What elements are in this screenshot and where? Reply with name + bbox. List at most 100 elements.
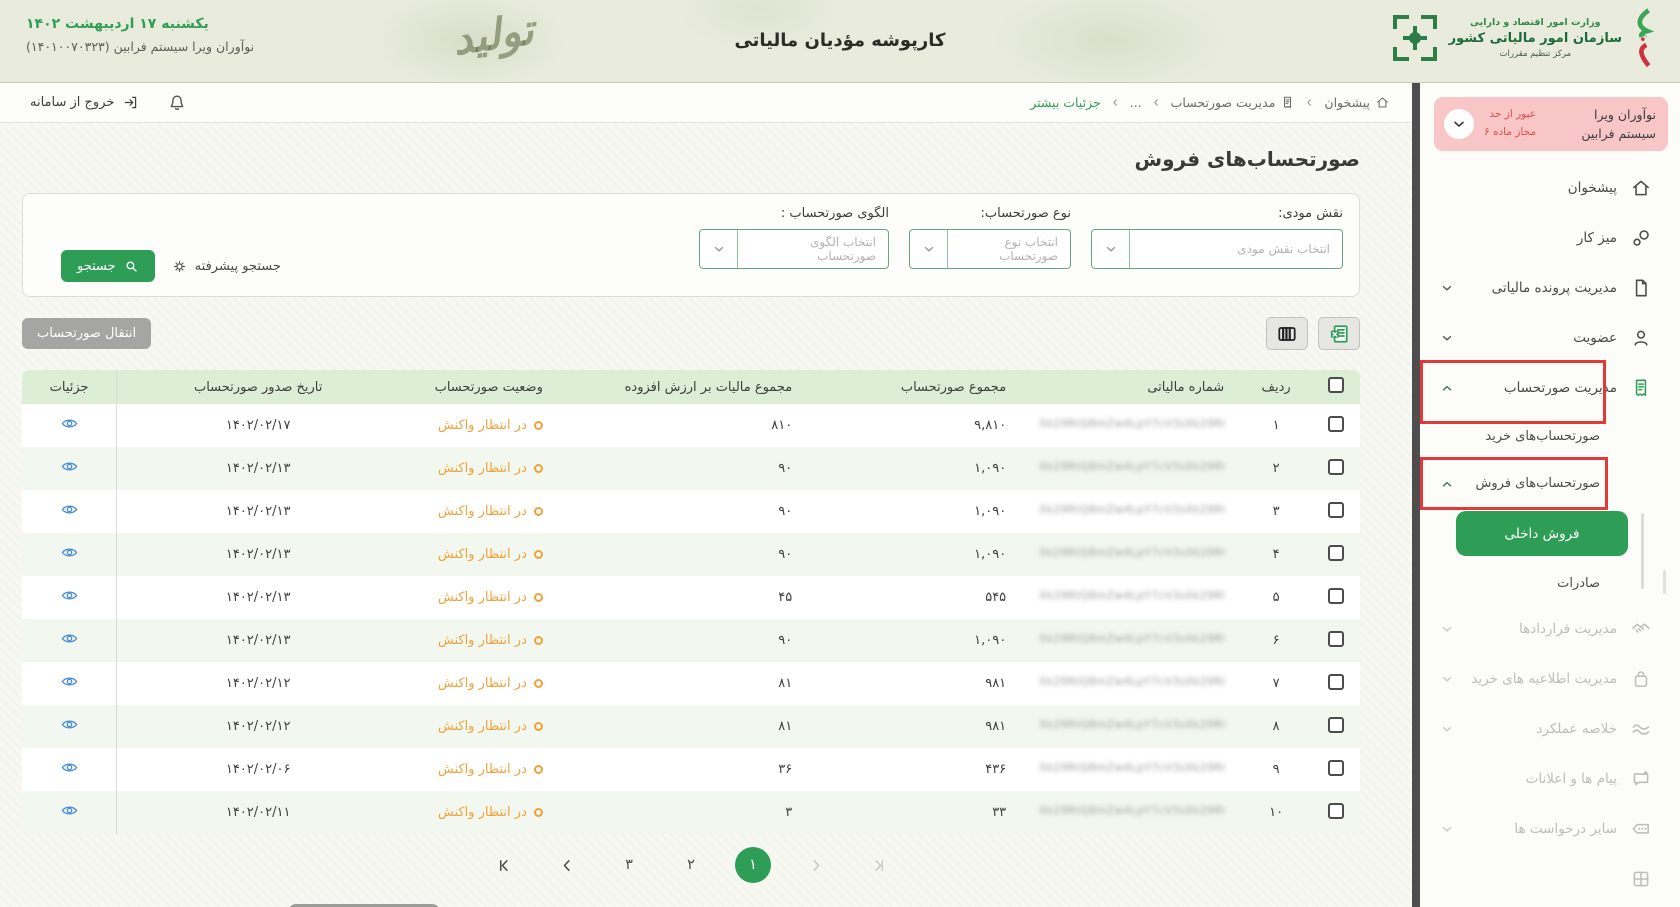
row-checkbox[interactable] [1328,459,1344,475]
details-eye-button[interactable] [60,631,79,646]
vat-total: ۸۱ [559,662,808,705]
select-chevron-segment[interactable] [700,230,738,268]
details-eye-button[interactable] [60,502,79,517]
sidebar-item-other-requests[interactable]: سایر درخواست ها [1420,804,1680,854]
user-badge[interactable]: نوآوران ویرا سیستم فرابین عبور از حد مجا… [1434,97,1668,151]
pagination-prev-page[interactable] [549,847,585,883]
sidebar-item-purchase-notices-management[interactable]: مدیریت اطلاعیه های خرید [1420,654,1680,704]
page-title: صورتحساب‌های فروش [22,147,1360,171]
filter-select-invoice-type[interactable]: انتخاب نوع صورتحساب [909,229,1071,269]
details-eye-button[interactable] [60,803,79,818]
invoice-status: در انتظار واکنش [399,619,559,662]
excel-export-button[interactable] [1318,317,1360,350]
issue-date: ۱۴۰۲/۰۲/۱۲ [117,705,399,748]
row-checkbox[interactable] [1328,717,1344,733]
transfer-invoice-button[interactable]: انتقال صورتحساب [22,318,151,349]
sidebar-scrollbar[interactable] [1412,83,1420,907]
vat-total: ۹۰ [559,490,808,533]
breadcrumb-ellipsis[interactable]: ... [1130,95,1142,110]
invoice-status: در انتظار واکنش [399,791,559,834]
sidebar-item-purchase-invoices[interactable]: صورتحساب‌های خرید [1420,413,1680,460]
sidebar-item-contracts-management[interactable]: مدیریت قراردادها [1420,604,1680,654]
row-checkbox[interactable] [1328,588,1344,604]
row-checkbox[interactable] [1328,803,1344,819]
file-icon [1630,277,1652,299]
sidebar-item-workdesk[interactable]: میز کار [1420,213,1680,263]
pagination-page-2[interactable]: ۲ [673,847,709,883]
pagination-first-page[interactable] [487,847,523,883]
tax-number-masked: Xk29RtQ8mZw4LpY7cV3sXk29RtQ8 [1022,619,1240,662]
row-checkbox[interactable] [1328,674,1344,690]
invoice-total: ۹۸۱ [808,662,1022,705]
details-eye-button[interactable] [60,416,79,431]
row-number: ۸ [1240,705,1312,748]
pagination: ۳۲۱ [22,847,1360,883]
user-badge-name: نوآوران ویرا سیستم فرابین [1581,105,1656,144]
sidebar-item-membership[interactable]: عضویت [1420,313,1680,363]
select-all-checkbox[interactable] [1328,377,1344,393]
column-view-button[interactable] [1266,317,1308,350]
vat-total: ۸۱۰ [559,404,808,447]
tax-number-masked: Xk29RtQ8mZw4LpY7cV3sXk29RtQ8 [1022,662,1240,705]
eye-icon [60,545,79,560]
header-row-number: ردیف [1240,370,1312,404]
details-eye-button[interactable] [60,674,79,689]
chev-up-icon [1440,381,1454,395]
sidebar-item-domestic-sales[interactable]: فروش داخلی [1456,511,1628,556]
row-checkbox[interactable] [1328,760,1344,776]
sidebar-item-dashboard[interactable]: پیشخوان [1420,163,1680,213]
select-chevron-segment[interactable] [1092,230,1130,268]
chev-down-icon [1104,242,1118,256]
notifications-bell-button[interactable] [167,93,187,113]
details-eye-button[interactable] [60,717,79,732]
vat-total: ۴۵ [559,576,808,619]
select-chevron-segment[interactable] [910,230,948,268]
eye-icon [60,760,79,775]
pagination-page-3[interactable]: ۳ [611,847,647,883]
row-checkbox[interactable] [1328,416,1344,432]
logout-icon [122,94,139,111]
columns-icon [1276,323,1298,345]
sidebar-item-sales-invoices[interactable]: صورتحساب‌های فروش [1420,460,1680,507]
sidebar-item-performance-summary[interactable]: خلاصه عملکرد [1420,704,1680,754]
details-eye-button[interactable] [60,588,79,603]
filter-label-taxpayer-role: نقش مودی: [1091,206,1343,221]
user-badge-chevron[interactable] [1444,109,1474,139]
breadcrumb-invoice-management[interactable]: مدیریت صورتحساب [1171,95,1296,110]
tax-number-masked: Xk29RtQ8mZw4LpY7cV3sXk29RtQ8 [1022,705,1240,748]
sidebar-item-exports[interactable]: صادرات [1420,562,1680,604]
vat-total: ۳۶ [559,748,808,791]
vat-total: ۸۱ [559,705,808,748]
chev-left-icon [1151,97,1162,108]
details-eye-button[interactable] [60,459,79,474]
invoice-status: در انتظار واکنش [399,490,559,533]
chev-left-icon [1110,97,1121,108]
search-button[interactable]: جستجو [61,250,155,282]
pagination-last-page [859,847,895,883]
sidebar-item-tax-file-management[interactable]: مدیریت پرونده مالیاتی [1420,263,1680,313]
breadcrumb-more-details[interactable]: جزئیات بیشتر [1030,95,1101,110]
sidebar-item-invoice-management[interactable]: مدیریت صورتحساب [1420,363,1680,413]
row-checkbox[interactable] [1328,631,1344,647]
sidebar-item-messages-notifications[interactable]: پیام ها و اعلانات [1420,754,1680,804]
sidebar-item-partial-item[interactable] [1420,854,1680,904]
logout-button[interactable]: خروج از سامانه [30,94,139,111]
row-checkbox[interactable] [1328,502,1344,518]
breadcrumb-dashboard[interactable]: پیشخوان [1324,95,1390,110]
header-details: جزئیات [22,370,117,404]
row-checkbox[interactable] [1328,545,1344,561]
grid-icon [1630,868,1652,890]
advanced-search-label: جستجو پیشرفته [195,259,281,274]
table-toolbar: انتقال صورتحساب [22,317,1360,350]
row-number: ۵ [1240,576,1312,619]
details-eye-button[interactable] [60,760,79,775]
chev-down-icon [922,242,936,256]
header-vat-total: مجموع مالیات بر ارزش افزوده [559,370,808,404]
waves-icon [1630,718,1652,740]
filter-select-taxpayer-role[interactable]: انتخاب نقش مودی [1091,229,1343,269]
pagination-page-1[interactable]: ۱ [735,847,771,883]
invoice-status: در انتظار واکنش [399,748,559,791]
advanced-search-button[interactable]: جستجو پیشرفته [171,258,281,275]
filter-select-invoice-pattern[interactable]: انتخاب الگوی صورتحساب [699,229,889,269]
details-eye-button[interactable] [60,545,79,560]
